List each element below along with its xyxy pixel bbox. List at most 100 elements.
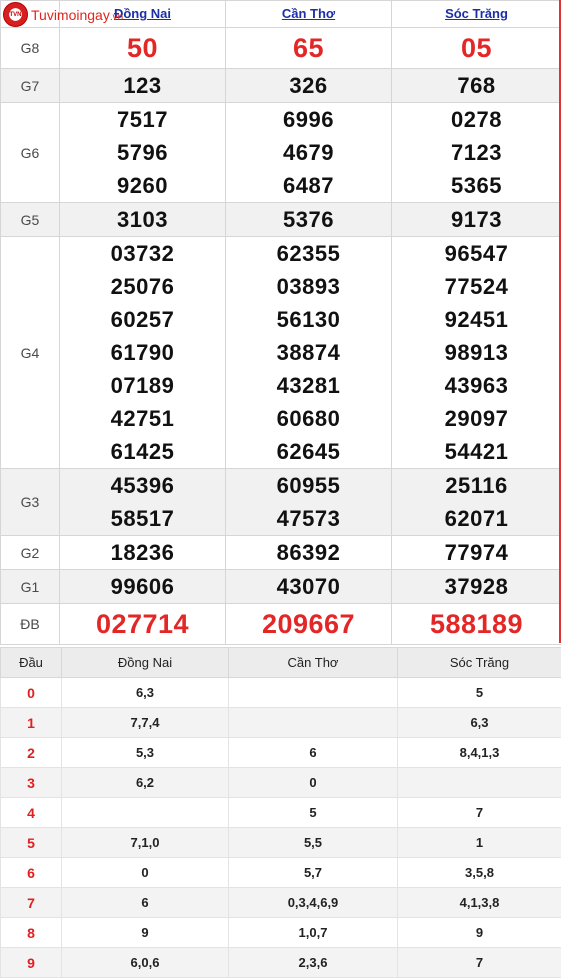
result-value: 47573 bbox=[226, 502, 391, 535]
result-group: 03732 25076 60257 61790 07189 42751 6142… bbox=[60, 237, 226, 469]
result-value: 60680 bbox=[226, 402, 391, 435]
loto-tails bbox=[398, 768, 561, 798]
site-logo[interactable]: TVN Tuvimoingay.vn bbox=[3, 2, 123, 27]
loto-row: 3 6,2 0 bbox=[1, 768, 561, 798]
row-special: ĐB 027714 209667 588189 bbox=[1, 604, 561, 645]
row-g7: G7 123 326 768 bbox=[1, 69, 561, 103]
loto-row: 0 6,3 5 bbox=[1, 678, 561, 708]
prize-label: G3 bbox=[1, 469, 60, 536]
result-value: 05 bbox=[392, 28, 561, 69]
result-value: 58517 bbox=[60, 502, 225, 535]
result-value: 60257 bbox=[60, 303, 225, 336]
result-value: 7517 bbox=[60, 103, 225, 136]
result-value: 61425 bbox=[60, 435, 225, 468]
result-group: 45396 58517 bbox=[60, 469, 226, 536]
result-value: 62645 bbox=[226, 435, 391, 468]
result-value: 61790 bbox=[60, 336, 225, 369]
loto-tails: 0 bbox=[62, 858, 229, 888]
province-link-can-tho[interactable]: Cần Thơ bbox=[282, 6, 335, 21]
result-value: 77974 bbox=[392, 536, 561, 570]
result-value: 99606 bbox=[60, 570, 226, 604]
loto-tails bbox=[229, 708, 398, 738]
prize-label: ĐB bbox=[1, 604, 60, 645]
loto-tails: 2,3,6 bbox=[229, 948, 398, 978]
loto-tails: 3,5,8 bbox=[398, 858, 561, 888]
loto-tails: 6,0,6 bbox=[62, 948, 229, 978]
loto-head-digit: 1 bbox=[1, 708, 62, 738]
loto-row: 2 5,3 6 8,4,1,3 bbox=[1, 738, 561, 768]
result-value: 6996 bbox=[226, 103, 391, 136]
loto-head-digit: 2 bbox=[1, 738, 62, 768]
loto-tails: 4,1,3,8 bbox=[398, 888, 561, 918]
prize-label: G8 bbox=[1, 28, 60, 69]
result-value: 03893 bbox=[226, 270, 391, 303]
loto-tails: 6 bbox=[229, 738, 398, 768]
loto-head-digit: 7 bbox=[1, 888, 62, 918]
result-value: 18236 bbox=[60, 536, 226, 570]
result-group: 96547 77524 92451 98913 43963 29097 5442… bbox=[392, 237, 561, 469]
result-value: 209667 bbox=[226, 604, 392, 645]
loto-tails: 6,3 bbox=[398, 708, 561, 738]
loto-tails: 5 bbox=[229, 798, 398, 828]
result-group: 7517 5796 9260 bbox=[60, 103, 226, 203]
loto-header-province: Cần Thơ bbox=[229, 648, 398, 678]
result-value: 77524 bbox=[392, 270, 561, 303]
province-header-soc-trang[interactable]: Sóc Trăng bbox=[392, 1, 561, 28]
loto-tails: 0 bbox=[229, 768, 398, 798]
result-value: 60955 bbox=[226, 469, 391, 502]
result-value: 0278 bbox=[392, 103, 561, 136]
result-group: 62355 03893 56130 38874 43281 60680 6264… bbox=[226, 237, 392, 469]
loto-head-digit: 6 bbox=[1, 858, 62, 888]
result-value: 03732 bbox=[60, 237, 225, 270]
result-value: 62355 bbox=[226, 237, 391, 270]
result-value: 4679 bbox=[226, 136, 391, 169]
result-group: 6996 4679 6487 bbox=[226, 103, 392, 203]
loto-row: 4 5 7 bbox=[1, 798, 561, 828]
result-value: 7123 bbox=[392, 136, 561, 169]
result-value: 588189 bbox=[392, 604, 561, 645]
result-value: 42751 bbox=[60, 402, 225, 435]
province-link-soc-trang[interactable]: Sóc Trăng bbox=[445, 6, 508, 21]
loto-row: 6 0 5,7 3,5,8 bbox=[1, 858, 561, 888]
row-g6: G6 7517 5796 9260 6996 4679 6487 0278 71… bbox=[1, 103, 561, 203]
results-table: Đồng Nai Cần Thơ Sóc Trăng G8 50 65 05 G… bbox=[0, 0, 561, 645]
prize-label: G7 bbox=[1, 69, 60, 103]
result-value: 45396 bbox=[60, 469, 225, 502]
prize-label: G4 bbox=[1, 237, 60, 469]
loto-tails: 9 bbox=[398, 918, 561, 948]
result-value: 92451 bbox=[392, 303, 561, 336]
loto-header-province: Sóc Trăng bbox=[398, 648, 561, 678]
loto-row: 9 6,0,6 2,3,6 7 bbox=[1, 948, 561, 978]
result-value: 50 bbox=[60, 28, 226, 69]
loto-tails: 6 bbox=[62, 888, 229, 918]
loto-tails: 8,4,1,3 bbox=[398, 738, 561, 768]
result-value: 9173 bbox=[392, 203, 561, 237]
loto-head-digit: 0 bbox=[1, 678, 62, 708]
row-g3: G3 45396 58517 60955 47573 25116 62071 bbox=[1, 469, 561, 536]
loto-tails: 7 bbox=[398, 798, 561, 828]
result-value: 54421 bbox=[392, 435, 561, 468]
result-value: 5365 bbox=[392, 169, 561, 202]
row-g2: G2 18236 86392 77974 bbox=[1, 536, 561, 570]
result-group: 25116 62071 bbox=[392, 469, 561, 536]
result-group: 60955 47573 bbox=[226, 469, 392, 536]
loto-tails: 7,1,0 bbox=[62, 828, 229, 858]
loto-tails: 7 bbox=[398, 948, 561, 978]
loto-tails bbox=[62, 798, 229, 828]
loto-head-digit: 3 bbox=[1, 768, 62, 798]
row-g5: G5 3103 5376 9173 bbox=[1, 203, 561, 237]
result-value: 86392 bbox=[226, 536, 392, 570]
result-value: 123 bbox=[60, 69, 226, 103]
result-value: 6487 bbox=[226, 169, 391, 202]
loto-row: 8 9 1,0,7 9 bbox=[1, 918, 561, 948]
result-value: 98913 bbox=[392, 336, 561, 369]
loto-head-digit: 8 bbox=[1, 918, 62, 948]
loto-tails bbox=[229, 678, 398, 708]
prize-label: G5 bbox=[1, 203, 60, 237]
province-header-can-tho[interactable]: Cần Thơ bbox=[226, 1, 392, 28]
result-value: 9260 bbox=[60, 169, 225, 202]
loto-head-digit: 4 bbox=[1, 798, 62, 828]
result-value: 5796 bbox=[60, 136, 225, 169]
row-g1: G1 99606 43070 37928 bbox=[1, 570, 561, 604]
result-value: 43281 bbox=[226, 369, 391, 402]
